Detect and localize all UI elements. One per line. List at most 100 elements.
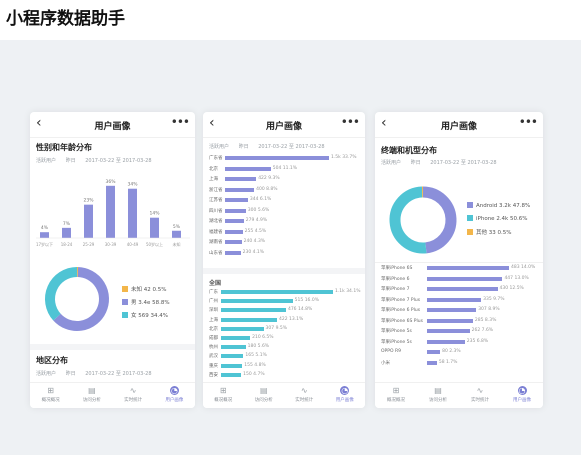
bar xyxy=(225,208,246,213)
bar-label: OPPO R9 xyxy=(381,349,401,354)
filter-row[interactable]: 活跃用户 昨日 2017-03-22 至 2017-03-28 xyxy=(36,157,160,164)
filter-period[interactable]: 昨日 xyxy=(66,371,76,377)
filter-period[interactable]: 昨日 xyxy=(411,160,421,166)
tab-visit-analysis[interactable]: ▤ 访问分析 xyxy=(417,383,459,408)
gender-donut-chart xyxy=(45,267,109,331)
filter-metric[interactable]: 活跃用户 xyxy=(36,158,56,164)
legend-text: 未知 42 0.5% xyxy=(131,287,167,293)
filter-range[interactable]: 2017-03-22 至 2017-03-28 xyxy=(258,144,324,150)
filter-period[interactable]: 昨日 xyxy=(66,158,76,164)
bar-label: 苹果iPhone 5s xyxy=(381,329,412,334)
tab-label: 概况概况 xyxy=(214,398,233,403)
tab-label: 访问分析 xyxy=(254,398,273,403)
overview-icon: ⊞ xyxy=(47,386,54,395)
bar-value: 255 4.5% xyxy=(244,228,267,234)
filter-row[interactable]: 活跃用户 昨日 2017-03-22 至 2017-03-28 xyxy=(36,370,160,377)
bar-label: 广州 xyxy=(209,299,218,305)
tab-label: 访问分析 xyxy=(82,398,101,403)
bar-label: 江苏省 xyxy=(209,198,223,203)
age-bar xyxy=(62,227,71,238)
tab-label: 实时统计 xyxy=(295,398,314,403)
phone-screen-region: ‹ 用户画像 ••• 活跃用户 昨日 2017-03-22 至 2017-03-… xyxy=(203,112,365,408)
visit-icon: ▤ xyxy=(259,386,268,395)
bar xyxy=(225,166,271,171)
divider xyxy=(375,262,543,263)
filter-row[interactable]: 活跃用户 昨日 2017-03-22 至 2017-03-28 xyxy=(381,159,505,166)
bar xyxy=(225,229,243,234)
tab-realtime[interactable]: ∿ 实时统计 xyxy=(284,383,325,408)
overview-icon: ⊞ xyxy=(219,386,227,395)
bar-value: 285 8.3% xyxy=(474,317,497,323)
bar-label: 四川省 xyxy=(209,208,223,214)
bar-value: 210 6.5% xyxy=(252,335,274,340)
bar xyxy=(427,360,437,365)
filter-range[interactable]: 2017-03-22 至 2017-03-28 xyxy=(85,371,151,377)
legend-swatch xyxy=(467,229,473,235)
city-bar-list: 广东 1.1k 34.1% 广州 515 16.0% 深圳 476 14.8% 上海 422 … xyxy=(203,289,365,382)
filter-range[interactable]: 2017-03-22 至 2017-03-28 xyxy=(430,160,496,166)
filter-metric[interactable]: 活跃用户 xyxy=(381,160,401,166)
bar xyxy=(221,290,333,294)
bar-value: 80 2.3% xyxy=(442,349,461,354)
bar-value: 483 14.0% xyxy=(511,265,536,270)
bar-value: 476 14.8% xyxy=(287,307,313,313)
bar-label: 西安 xyxy=(209,372,218,378)
tab-visit-analysis[interactable]: ▤ 访问分析 xyxy=(244,383,285,408)
more-icon[interactable]: ••• xyxy=(519,115,538,129)
age-bar xyxy=(84,204,93,238)
bar xyxy=(221,308,286,313)
age-category-label: 17岁以下 xyxy=(36,241,53,247)
legend-item-male: 男 3.4e 58.8% xyxy=(122,298,170,306)
age-bar-value: 7% xyxy=(63,221,71,227)
bar-label: 广东省 xyxy=(209,156,223,161)
bar-value: 344 6.1% xyxy=(249,197,272,202)
legend-swatch xyxy=(467,202,473,208)
tab-visit-analysis[interactable]: ▤ 访问分析 xyxy=(71,383,112,408)
legend-swatch xyxy=(122,312,128,318)
filter-row[interactable]: 活跃用户 昨日 2017-03-22 至 2017-03-28 xyxy=(209,143,333,150)
tab-overview[interactable]: ⊞ 概况概况 xyxy=(30,383,71,408)
bar-label: 上海 xyxy=(209,177,218,182)
bar xyxy=(225,250,241,255)
bar-value: 430 12.5% xyxy=(499,286,524,291)
bar-label: 浙江省 xyxy=(209,187,223,193)
tab-overview[interactable]: ⊞ 概况概况 xyxy=(375,383,417,408)
bar-label: 杭州 xyxy=(209,345,218,351)
tab-realtime[interactable]: ∿ 实时统计 xyxy=(459,383,501,408)
tab-user-profile[interactable]: ◔ 用户画像 xyxy=(154,383,195,408)
tab-user-profile[interactable]: ◔ 用户画像 xyxy=(501,383,543,408)
trend-icon: ∿ xyxy=(476,386,484,395)
tab-overview[interactable]: ⊞ 概况概况 xyxy=(203,383,244,408)
age-category-label: 40-49 xyxy=(127,242,139,247)
filter-metric[interactable]: 活跃用户 xyxy=(209,144,229,150)
bar-label: 小米 xyxy=(381,360,390,366)
tab-label: 用户画像 xyxy=(513,398,531,403)
more-icon[interactable]: ••• xyxy=(171,115,190,129)
tab-realtime[interactable]: ∿ 实时统计 xyxy=(113,383,154,408)
trend-icon: ∿ xyxy=(300,386,308,395)
legend-item-android: Android 3.2k 47.8% xyxy=(467,202,530,209)
filter-range[interactable]: 2017-03-22 至 2017-03-28 xyxy=(85,158,151,164)
tab-user-profile[interactable]: ◔ 用户画像 xyxy=(325,383,366,408)
tab-bar: ⊞ 概况概况 ▤ 访问分析 ∿ 实时统计 ◔ 用户画像 xyxy=(375,382,543,408)
bar-value: 307 9.5% xyxy=(265,325,287,331)
bar xyxy=(221,326,264,331)
bar-value: 307 8.9% xyxy=(478,307,500,312)
model-bar-list: 苹果iPhone 6S 483 14.0% 苹果iPhone 6 447 13.0% 苹… xyxy=(375,265,543,376)
more-icon[interactable]: ••• xyxy=(341,115,360,129)
legend-item-female: 女 569 34.4% xyxy=(122,311,168,319)
bar xyxy=(225,187,255,192)
bar-value: 240 4.3% xyxy=(243,239,266,244)
age-category-label: 未知 xyxy=(173,241,181,247)
bar-value: 504 11.1% xyxy=(272,165,298,171)
navbar: ‹ 用户画像 ••• xyxy=(30,112,195,138)
bar-value: 300 5.6% xyxy=(247,207,270,213)
filter-period[interactable]: 昨日 xyxy=(239,144,249,150)
age-category-label: 18-24 xyxy=(61,242,73,247)
age-bar-value: 5% xyxy=(173,224,181,230)
page-title: 小程序数据助手 xyxy=(6,9,125,29)
bar xyxy=(225,156,329,160)
legend-swatch xyxy=(467,215,473,221)
filter-metric[interactable]: 活跃用户 xyxy=(36,371,56,377)
bar xyxy=(221,354,244,359)
